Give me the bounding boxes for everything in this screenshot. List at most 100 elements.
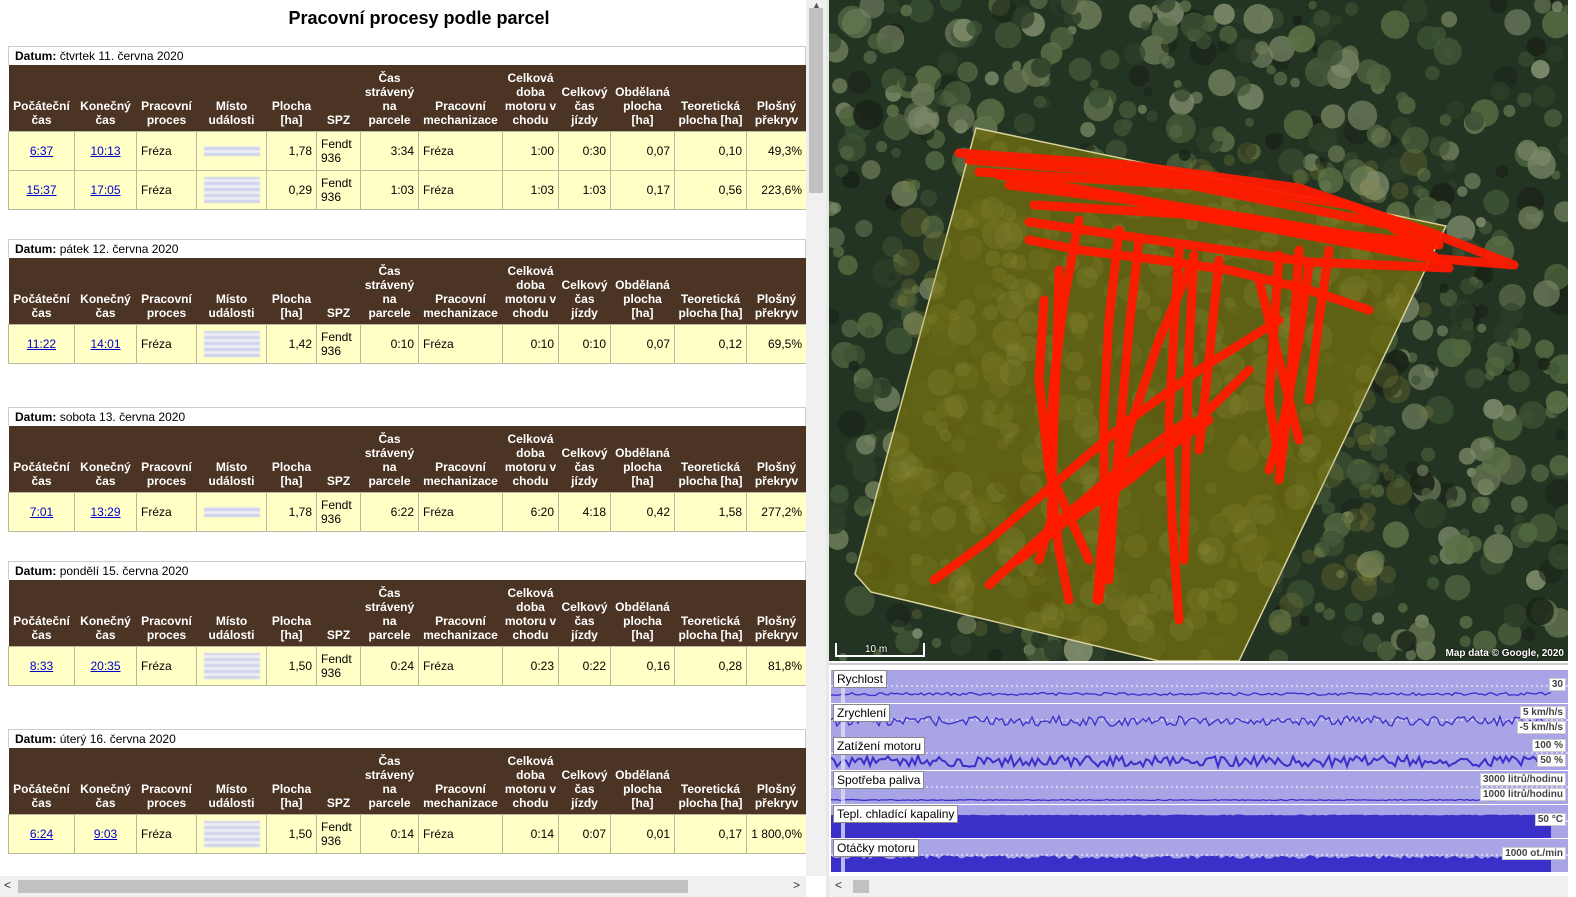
end-time-cell[interactable]: 10:13 (74, 130, 137, 171)
end-time-link[interactable]: 14:01 (90, 337, 120, 351)
column-header[interactable]: SPZ (316, 65, 361, 131)
end-time-cell[interactable]: 14:01 (74, 323, 137, 364)
map-canvas[interactable] (829, 0, 1568, 661)
column-header[interactable]: Celková doba motoru v chodu (502, 65, 559, 131)
column-header[interactable]: Čas strávený na parcele (360, 580, 419, 646)
column-header[interactable]: Plošný překryv (746, 258, 806, 324)
end-time-link[interactable]: 13:29 (90, 505, 120, 519)
vertical-scroll-thumb[interactable] (809, 8, 823, 193)
column-header[interactable]: Plocha [ha] (266, 258, 317, 324)
column-header[interactable]: Místo události (196, 258, 267, 324)
telemetry-track[interactable]: Zatížení motoru 100 % 50 % (831, 737, 1568, 770)
end-time-cell[interactable]: 9:03 (74, 813, 137, 854)
column-header[interactable]: Čas strávený na parcele (360, 426, 419, 492)
column-header[interactable]: SPZ (316, 748, 361, 814)
start-time-cell[interactable]: 7:01 (8, 491, 75, 532)
scroll-left-arrow-icon[interactable]: < (4, 878, 11, 892)
column-header[interactable]: Celková doba motoru v chodu (502, 426, 559, 492)
column-header[interactable]: Obdělaná plocha [ha] (610, 580, 675, 646)
column-header[interactable]: SPZ (316, 580, 361, 646)
column-header[interactable]: Obdělaná plocha [ha] (610, 426, 675, 492)
start-time-link[interactable]: 7:01 (30, 505, 53, 519)
column-header[interactable]: Místo události (196, 580, 267, 646)
telemetry-track[interactable]: Tepl. chladící kapaliny 50 °C (831, 805, 1568, 838)
start-time-cell[interactable]: 6:37 (8, 130, 75, 171)
start-time-link[interactable]: 6:37 (30, 144, 53, 158)
column-header[interactable]: Obdělaná plocha [ha] (610, 65, 675, 131)
column-header[interactable]: Pracovní proces (136, 426, 197, 492)
column-header[interactable]: Počáteční čas (8, 258, 75, 324)
end-time-cell[interactable]: 20:35 (74, 645, 137, 686)
scroll-right-arrow-icon[interactable]: > (793, 878, 800, 892)
column-header[interactable]: Pracovní proces (136, 748, 197, 814)
column-header[interactable]: Počáteční čas (8, 580, 75, 646)
column-header[interactable]: Konečný čas (74, 258, 137, 324)
vertical-scrollbar[interactable]: ▲ (806, 0, 826, 876)
column-header[interactable]: Celkový čas jízdy (558, 258, 611, 324)
column-header[interactable]: Konečný čas (74, 748, 137, 814)
telemetry-track[interactable]: Spotřeba paliva 3000 litrů/hodinu 1000 lit… (831, 771, 1568, 804)
column-header[interactable]: Pracovní mechanizace (418, 65, 503, 131)
column-header[interactable]: Čas strávený na parcele (360, 258, 419, 324)
column-header[interactable]: Místo události (196, 426, 267, 492)
column-header[interactable]: Teoretická plocha [ha] (674, 258, 747, 324)
column-header[interactable]: Pracovní proces (136, 580, 197, 646)
column-header[interactable]: Konečný čas (74, 580, 137, 646)
column-header[interactable]: Teoretická plocha [ha] (674, 580, 747, 646)
end-time-cell[interactable]: 17:05 (74, 169, 137, 210)
column-header[interactable]: Celkový čas jízdy (558, 748, 611, 814)
column-header[interactable]: Obdělaná plocha [ha] (610, 748, 675, 814)
column-header[interactable]: SPZ (316, 426, 361, 492)
end-time-cell[interactable]: 13:29 (74, 491, 137, 532)
start-time-cell[interactable]: 8:33 (8, 645, 75, 686)
column-header[interactable]: SPZ (316, 258, 361, 324)
column-header[interactable]: Plošný překryv (746, 65, 806, 131)
column-header[interactable]: Plocha [ha] (266, 748, 317, 814)
end-time-link[interactable]: 9:03 (94, 827, 117, 841)
column-header[interactable]: Počáteční čas (8, 65, 75, 131)
column-header[interactable]: Plocha [ha] (266, 426, 317, 492)
end-time-link[interactable]: 10:13 (90, 144, 120, 158)
map-view[interactable]: 10 m Map data © Google, 2020 (829, 0, 1568, 661)
column-header[interactable]: Celkový čas jízdy (558, 426, 611, 492)
end-time-link[interactable]: 20:35 (90, 659, 120, 673)
column-header[interactable]: Konečný čas (74, 426, 137, 492)
column-header[interactable]: Celkový čas jízdy (558, 65, 611, 131)
start-time-cell[interactable]: 15:37 (8, 169, 75, 210)
column-header[interactable]: Pracovní mechanizace (418, 258, 503, 324)
column-header[interactable]: Počáteční čas (8, 426, 75, 492)
column-header[interactable]: Pracovní proces (136, 258, 197, 324)
column-header[interactable]: Plocha [ha] (266, 65, 317, 131)
start-time-link[interactable]: 6:24 (30, 827, 53, 841)
column-header[interactable]: Teoretická plocha [ha] (674, 426, 747, 492)
horizontal-scrollbar[interactable]: < > (0, 876, 806, 897)
column-header[interactable]: Čas strávený na parcele (360, 65, 419, 131)
column-header[interactable]: Celková doba motoru v chodu (502, 748, 559, 814)
column-header[interactable]: Pracovní mechanizace (418, 580, 503, 646)
start-time-link[interactable]: 8:33 (30, 659, 53, 673)
column-header[interactable]: Pracovní mechanizace (418, 748, 503, 814)
column-header[interactable]: Plošný překryv (746, 580, 806, 646)
column-header[interactable]: Plošný překryv (746, 426, 806, 492)
column-header[interactable]: Místo události (196, 65, 267, 131)
column-header[interactable]: Místo události (196, 748, 267, 814)
telemetry-track[interactable]: Otáčky motoru 1000 ot./min (831, 839, 1568, 872)
column-header[interactable]: Čas strávený na parcele (360, 748, 419, 814)
report-scroll-area[interactable]: Pracovní procesy podle parcel Datum: čtv… (0, 0, 806, 876)
column-header[interactable]: Celkový čas jízdy (558, 580, 611, 646)
horizontal-scroll-thumb[interactable] (18, 880, 688, 893)
column-header[interactable]: Počáteční čas (8, 748, 75, 814)
end-time-link[interactable]: 17:05 (90, 183, 120, 197)
graphs-horizontal-scrollbar[interactable]: < (829, 876, 1568, 897)
telemetry-track[interactable]: Zrychlení 5 km/h/s -5 km/h/s (831, 704, 1568, 737)
graphs-scroll-left-arrow-icon[interactable]: < (835, 878, 842, 892)
telemetry-track[interactable]: Rychlost 30 (831, 670, 1568, 703)
column-header[interactable]: Plocha [ha] (266, 580, 317, 646)
column-header[interactable]: Teoretická plocha [ha] (674, 65, 747, 131)
column-header[interactable]: Konečný čas (74, 65, 137, 131)
column-header[interactable]: Celková doba motoru v chodu (502, 580, 559, 646)
start-time-link[interactable]: 15:37 (26, 183, 56, 197)
graphs-scroll-thumb[interactable] (853, 880, 869, 893)
start-time-cell[interactable]: 11:22 (8, 323, 75, 364)
start-time-cell[interactable]: 6:24 (8, 813, 75, 854)
